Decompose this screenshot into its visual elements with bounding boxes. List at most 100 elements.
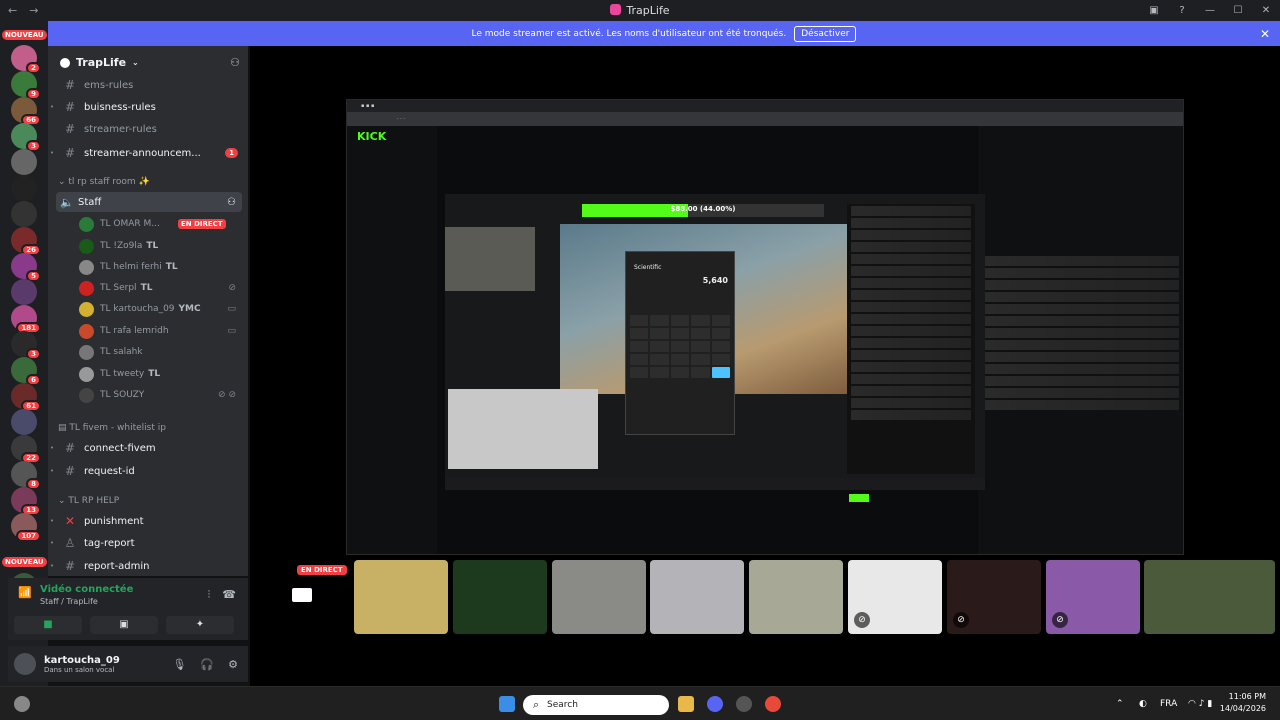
server-icon[interactable]: 107 (11, 513, 41, 542)
voice-member[interactable]: TL OMAR M... EN DIRECT (48, 214, 248, 234)
disable-streamer-mode-button[interactable]: Désactiver (794, 25, 857, 42)
server-icon[interactable]: 5 (11, 253, 41, 282)
voice-channel-staff[interactable]: 🔈 Staff ⚇ (56, 192, 242, 212)
avatar[interactable] (14, 653, 36, 675)
taskbar-search[interactable]: Search (523, 695, 669, 715)
app-icon[interactable] (736, 696, 752, 712)
bullet-icon: • (50, 467, 55, 475)
hash-icon: # (64, 122, 76, 136)
clock[interactable]: 11:06 PM 14/04/2026 (1220, 691, 1266, 715)
participant-tiles: EN DIRECT ⊘ ⊘ ⊘ (0, 560, 1280, 636)
server-icon[interactable]: 6 (11, 357, 41, 386)
screen-share-stream[interactable]: ▪ ▪ ▪ · · · KICK $88.00 (44.00%) Scienti… (346, 99, 1184, 555)
channel-item[interactable]: # ems-rules (48, 75, 248, 95)
channel-item[interactable]: • # connect-fivem (48, 438, 248, 458)
participant-tile[interactable] (354, 560, 448, 634)
windows-start-icon[interactable] (499, 696, 515, 712)
voice-member[interactable]: TL rafa lemridh ▭ (48, 321, 248, 341)
voice-member[interactable]: TL salahk (48, 342, 248, 362)
server-icon[interactable] (11, 279, 37, 305)
participant-tile[interactable]: EN DIRECT (256, 560, 350, 634)
avatar (79, 366, 94, 382)
voice-member[interactable]: TL Serpl TL ⊘ (48, 278, 248, 298)
app-icon[interactable]: ◐ (1139, 699, 1147, 709)
channel-item[interactable]: • # streamer-announcem... 1 (48, 143, 248, 163)
server-icon[interactable]: 2 (11, 45, 41, 74)
chrome-icon[interactable] (765, 696, 781, 712)
minimize-button[interactable]: — (1196, 5, 1224, 16)
headphones-icon[interactable]: 🎧 (200, 658, 214, 671)
muted-icon: ⊘ (953, 612, 969, 628)
close-icon[interactable]: ✕ (1260, 27, 1270, 41)
category-header[interactable]: ⌄ TL RP HELP (58, 496, 119, 506)
voice-member[interactable]: TL kartoucha_09 YMC ▭ (48, 299, 248, 319)
avatar (79, 301, 94, 317)
server-icon[interactable]: 22 (11, 435, 41, 464)
guild-icon (60, 57, 70, 68)
weather-icon[interactable] (14, 696, 30, 712)
server-icon[interactable]: 3 (11, 331, 41, 360)
participant-tile[interactable] (552, 560, 646, 634)
server-icon[interactable]: 9 (11, 71, 41, 100)
kick-sidebar: KICK (347, 126, 437, 554)
inbox-icon[interactable]: ▣ (1140, 5, 1168, 16)
microphone-icon[interactable]: 🎙 (172, 658, 186, 671)
server-icon[interactable]: 181 (11, 305, 41, 334)
language-indicator[interactable]: FRA (1160, 699, 1177, 709)
channel-item[interactable]: • # request-id (48, 461, 248, 481)
server-icon[interactable] (11, 149, 37, 175)
chevron-up-icon[interactable]: ⌃ (1116, 699, 1124, 709)
voice-member[interactable]: TL helmi ferhi TL (48, 257, 248, 277)
participant-tile[interactable]: ⊘ (947, 560, 1041, 634)
server-icon[interactable]: 3 (11, 123, 41, 152)
category-header[interactable]: ⌄ tl rp staff room ✨ (58, 177, 150, 187)
voice-member[interactable]: TL !Zo9la TL (48, 236, 248, 256)
muted-icon: ⊘ ⊘ (218, 390, 236, 400)
server-icon[interactable]: 8 (11, 461, 41, 490)
server-icon[interactable] (11, 175, 37, 201)
participant-tile[interactable]: ⊘ (1046, 560, 1140, 634)
channel-item[interactable]: • ♙ tag-report (48, 533, 248, 553)
browser-url-bar: · · · (347, 112, 1183, 126)
category-header[interactable]: ▤ TL fivem - whitelist ip (58, 423, 166, 433)
new-badge: NOUVEAU (2, 30, 47, 40)
discord-icon[interactable] (707, 696, 723, 712)
windows-taskbar: Search ⌃ ◐ FRA ◠ ♪ ▮ 11:06 PM 14/04/2026 (0, 686, 1280, 720)
help-icon[interactable]: ? (1168, 5, 1196, 16)
user-controls: 🎙 🎧 ⚙ (172, 658, 238, 671)
add-member-icon[interactable]: ⚇ (227, 197, 236, 208)
server-icon[interactable]: 66 (11, 97, 41, 126)
server-icon[interactable]: 13 (11, 487, 41, 516)
channel-item[interactable]: • ✕ punishment (48, 511, 248, 531)
bullet-icon: • (50, 103, 55, 111)
muted-icon: ⊘ (1052, 612, 1068, 628)
chevron-down-icon: ⌄ (58, 177, 69, 187)
server-icon[interactable]: 61 (11, 383, 41, 412)
participant-tile[interactable] (650, 560, 744, 634)
hash-icon: # (64, 100, 76, 114)
wifi-icon[interactable]: ◠ ♪ ▮ (1188, 699, 1212, 709)
bullet-icon: • (50, 517, 55, 525)
participant-tile[interactable] (749, 560, 843, 634)
hash-icon: # (64, 464, 76, 478)
voice-member[interactable]: TL tweety TL (48, 364, 248, 384)
participant-tile[interactable] (453, 560, 547, 634)
voice-member[interactable]: TL SOUZY ⊘ ⊘ (48, 385, 248, 405)
close-window-button[interactable]: ✕ (1252, 5, 1280, 16)
server-icon[interactable]: 26 (11, 227, 41, 256)
server-icon[interactable] (11, 409, 37, 435)
bullet-icon: • (50, 539, 55, 547)
invite-icon[interactable]: ⚇ (230, 56, 240, 69)
file-explorer-icon[interactable] (678, 696, 694, 712)
channel-item[interactable]: # streamer-rules (48, 119, 248, 139)
participant-tile[interactable]: ⊘ (848, 560, 942, 634)
user-info[interactable]: kartoucha_09 Dans un salon vocal (44, 655, 120, 674)
avatar (79, 238, 94, 254)
bullet-icon: • (50, 444, 55, 452)
maximize-button[interactable]: ☐ (1224, 5, 1252, 16)
participant-tile[interactable] (1144, 560, 1275, 634)
avatar (79, 216, 94, 232)
channel-item[interactable]: • # buisness-rules (48, 97, 248, 117)
gear-icon[interactable]: ⚙ (228, 658, 238, 671)
server-icon[interactable] (11, 201, 37, 227)
